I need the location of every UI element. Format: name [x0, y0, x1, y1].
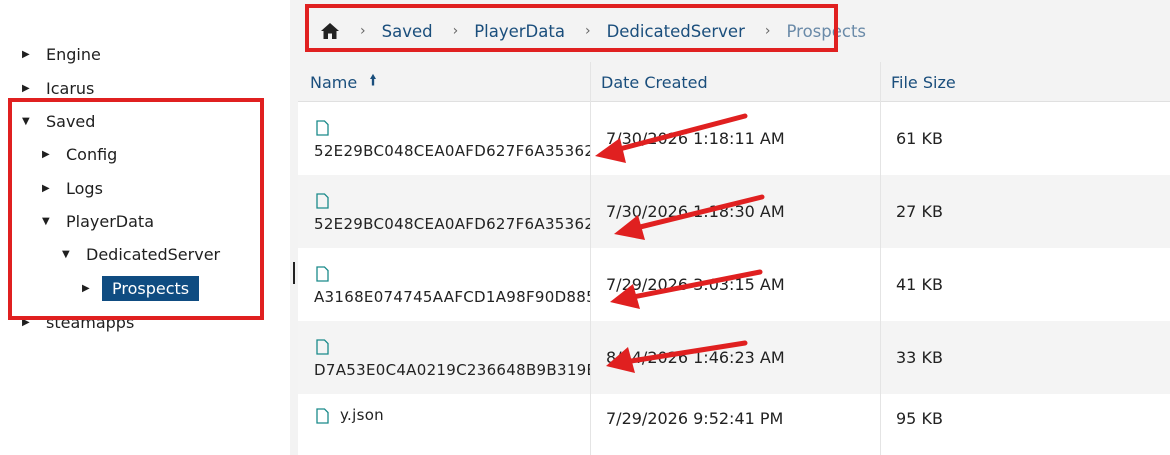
annotation-box-breadcrumb — [305, 4, 838, 52]
size-cell: 27 KB — [896, 202, 943, 221]
column-header-label: File Size — [891, 72, 956, 92]
file-icon — [316, 408, 329, 424]
date-cell: 8/14/2026 1:46:23 AM — [606, 348, 785, 367]
table-row[interactable]: y.json 7/29/2026 9:52:41 PM 95 KB — [298, 394, 1170, 442]
date-cell: 7/29/2026 3:03:15 AM — [606, 275, 785, 294]
date-cell: 7/30/2026 1:18:11 AM — [606, 129, 785, 148]
file-icon — [316, 266, 329, 282]
annotation-box-tree — [8, 98, 264, 320]
column-divider[interactable] — [880, 62, 881, 455]
splitter-grip-icon[interactable] — [293, 262, 295, 284]
column-header-date[interactable]: Date Created — [601, 62, 708, 102]
size-cell: 61 KB — [896, 129, 943, 148]
file-name: 52E29BC048CEA0AFD627F6A35362I — [314, 142, 590, 160]
file-icon — [316, 120, 329, 136]
file-name: A3168E074745AAFCD1A98F90D885 — [314, 288, 590, 306]
table-header: Name 🠙 Date Created File Size — [298, 62, 1170, 102]
date-cell: 7/29/2026 9:52:41 PM — [606, 408, 784, 428]
size-cell: 95 KB — [896, 408, 943, 428]
size-cell: 41 KB — [896, 275, 943, 294]
name-cell: y.json — [312, 394, 590, 442]
tree-item-engine[interactable]: ▶ Engine — [22, 41, 101, 67]
file-name: y.json — [340, 406, 384, 424]
name-cell: D7A53E0C4A0219C236648B9B319E/ — [312, 321, 590, 394]
name-cell: 52E29BC048CEA0AFD627F6A35362I — [312, 175, 590, 248]
file-icon — [316, 339, 329, 355]
file-name: D7A53E0C4A0219C236648B9B319E/ — [314, 361, 590, 379]
file-table: Name 🠙 Date Created File Size 52E29BC048… — [298, 62, 1170, 455]
column-divider[interactable] — [590, 62, 591, 455]
table-row[interactable]: 52E29BC048CEA0AFD627F6A35362I 7/30/2026 … — [298, 102, 1170, 175]
tree-item-label: Engine — [46, 44, 101, 64]
arrow-up-icon: 🠙 — [369, 70, 377, 89]
date-cell: 7/30/2026 1:18:30 AM — [606, 202, 785, 221]
table-row[interactable]: D7A53E0C4A0219C236648B9B319E/ 8/14/2026 … — [298, 321, 1170, 394]
table-row[interactable]: 52E29BC048CEA0AFD627F6A35362I 7/30/2026 … — [298, 175, 1170, 248]
size-cell: 33 KB — [896, 348, 943, 367]
caret-right-icon[interactable]: ▶ — [22, 83, 36, 94]
table-row[interactable]: A3168E074745AAFCD1A98F90D885 7/29/2026 3… — [298, 248, 1170, 321]
column-header-label: Date Created — [601, 72, 708, 92]
name-cell: 52E29BC048CEA0AFD627F6A35362I — [312, 102, 590, 175]
panel-splitter[interactable] — [290, 0, 298, 455]
file-name: 52E29BC048CEA0AFD627F6A35362I — [314, 215, 590, 233]
column-header-size[interactable]: File Size — [891, 62, 956, 102]
tree-item-label: Icarus — [46, 78, 95, 98]
column-header-name[interactable]: Name 🠙 — [310, 62, 377, 102]
file-icon — [316, 193, 329, 209]
name-cell: A3168E074745AAFCD1A98F90D885 — [312, 248, 590, 321]
caret-right-icon[interactable]: ▶ — [22, 49, 36, 60]
column-header-label: Name — [310, 72, 358, 92]
